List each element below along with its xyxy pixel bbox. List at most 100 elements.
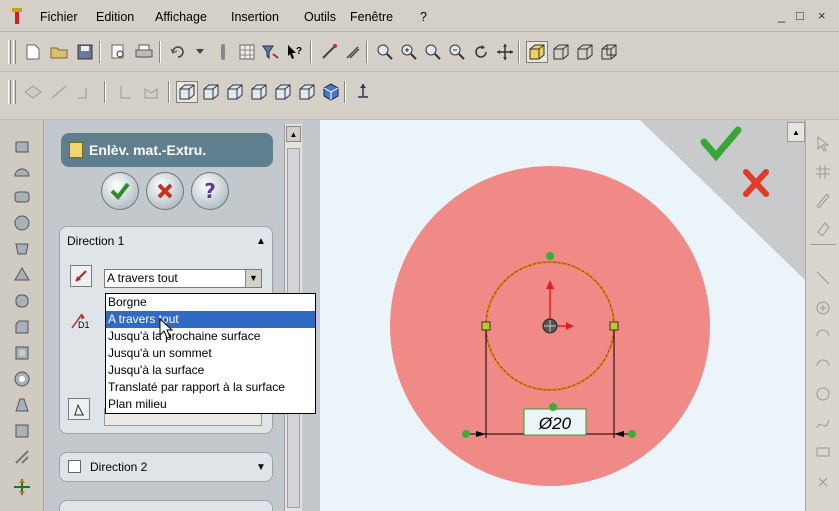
grid-icon[interactable] xyxy=(236,41,258,63)
rectangle-icon[interactable] xyxy=(815,444,831,460)
view-front-icon[interactable] xyxy=(176,81,198,103)
view-left-icon[interactable] xyxy=(224,81,246,103)
draft-icon[interactable] xyxy=(13,396,31,414)
cancel-button[interactable] xyxy=(146,172,184,210)
chamfer-icon[interactable] xyxy=(13,318,31,336)
option-sommet[interactable]: Jusqu'à un sommet xyxy=(106,345,315,362)
dimension-handle[interactable] xyxy=(462,430,470,438)
smart-line-icon[interactable] xyxy=(74,81,96,103)
section-view-icon[interactable] xyxy=(140,81,162,103)
view-orientation-icon[interactable] xyxy=(352,81,374,103)
diameter-dimension[interactable]: Ø20 xyxy=(538,414,572,433)
dimension-handle[interactable] xyxy=(628,430,636,438)
minimize-button[interactable]: _ xyxy=(778,8,785,23)
draft-toggle-button[interactable] xyxy=(68,398,90,420)
undo-dropdown-icon[interactable] xyxy=(189,41,211,63)
reverse-direction-button[interactable] xyxy=(70,265,92,287)
option-a-travers-tout[interactable]: A travers tout xyxy=(106,311,315,328)
hidden-removed-view-icon[interactable] xyxy=(598,41,620,63)
three-point-arc-icon[interactable] xyxy=(815,356,831,372)
zoom-area-icon[interactable] xyxy=(422,41,444,63)
toolbar-grip[interactable] xyxy=(8,80,11,104)
pan-icon[interactable] xyxy=(494,41,516,63)
sketch-handle[interactable] xyxy=(481,321,491,331)
view-isometric-icon[interactable] xyxy=(320,81,342,103)
open-folder-icon[interactable] xyxy=(48,41,70,63)
save-icon[interactable] xyxy=(74,41,96,63)
menu-outils[interactable]: Outils xyxy=(304,10,336,24)
scroll-up-arrow-icon[interactable]: ▲ xyxy=(286,126,301,142)
grid-icon[interactable] xyxy=(815,164,831,180)
mirror-icon[interactable] xyxy=(13,422,31,440)
fillet-icon[interactable] xyxy=(13,292,31,310)
sweep-icon[interactable] xyxy=(13,188,31,206)
view-bottom-icon[interactable] xyxy=(296,81,318,103)
sketch-plane-icon[interactable] xyxy=(22,81,44,103)
end-condition-select[interactable]: A travers tout ▼ xyxy=(104,269,262,288)
eraser-icon[interactable] xyxy=(815,220,831,236)
circle-add-icon[interactable] xyxy=(815,300,831,316)
zoom-fit-icon[interactable] xyxy=(374,41,396,63)
revolve-cut-icon[interactable] xyxy=(13,266,31,284)
print-preview-icon[interactable] xyxy=(107,41,129,63)
filter-icon[interactable] xyxy=(260,41,282,63)
sketch-handle[interactable] xyxy=(546,252,554,260)
pattern-icon[interactable] xyxy=(13,448,31,466)
option-translate[interactable]: Translaté par rapport à la surface xyxy=(106,379,315,396)
menu-edition[interactable]: Edition xyxy=(96,10,134,24)
option-borgne[interactable]: Borgne xyxy=(106,294,315,311)
menu-insertion[interactable]: Insertion xyxy=(231,10,279,24)
direction2-checkbox[interactable] xyxy=(68,460,81,473)
circle-icon[interactable] xyxy=(815,386,831,402)
restore-button[interactable]: □ xyxy=(796,8,804,23)
revolve-boss-icon[interactable] xyxy=(13,162,31,180)
menu-help[interactable]: ? xyxy=(420,10,427,24)
wireframe-view-icon[interactable] xyxy=(550,41,572,63)
toolbar-grip[interactable] xyxy=(13,40,16,64)
toolbar-grip[interactable] xyxy=(8,40,11,64)
move-copy-icon[interactable] xyxy=(13,478,31,496)
view-right-icon[interactable] xyxy=(248,81,270,103)
help-button[interactable]: ? xyxy=(191,172,229,210)
new-document-icon[interactable] xyxy=(22,41,44,63)
zoom-selection-icon[interactable] xyxy=(446,41,468,63)
tangent-arc-icon[interactable] xyxy=(815,328,831,344)
menu-affichage[interactable]: Affichage xyxy=(155,10,207,24)
option-surface[interactable]: Jusqu'à la surface xyxy=(106,362,315,379)
sketch-tool-icon[interactable] xyxy=(318,41,340,63)
spline-icon[interactable] xyxy=(815,416,831,432)
point-icon[interactable] xyxy=(815,474,831,490)
view-top-icon[interactable] xyxy=(272,81,294,103)
view-back-icon[interactable] xyxy=(200,81,222,103)
line-icon[interactable] xyxy=(815,270,831,286)
expand-arrow-icon[interactable]: ▼ xyxy=(256,462,266,473)
sketch-handle[interactable] xyxy=(609,321,619,331)
hole-icon[interactable] xyxy=(13,370,31,388)
smart-dimension-icon[interactable] xyxy=(342,41,364,63)
extrude-cut-icon[interactable] xyxy=(13,240,31,258)
ok-button[interactable] xyxy=(101,172,139,210)
select-help-icon[interactable]: ? xyxy=(284,41,306,63)
solidworks-logo-icon[interactable] xyxy=(9,7,25,25)
sketch-icon[interactable] xyxy=(815,192,831,208)
line-tool-icon[interactable] xyxy=(48,81,70,103)
select-arrow-icon[interactable] xyxy=(816,136,830,152)
hidden-lines-view-icon[interactable] xyxy=(574,41,596,63)
toolbar-grip[interactable] xyxy=(13,80,16,104)
option-plan-milieu[interactable]: Plan milieu xyxy=(106,396,315,413)
undo-icon[interactable] xyxy=(167,41,189,63)
rotate-view-icon[interactable] xyxy=(470,41,492,63)
graphics-area[interactable]: Ø20 xyxy=(320,120,805,511)
loft-icon[interactable] xyxy=(13,214,31,232)
extrude-boss-icon[interactable] xyxy=(13,136,31,154)
collapse-arrow-icon[interactable]: ▲ xyxy=(256,236,266,247)
shell-icon[interactable] xyxy=(13,344,31,362)
option-prochaine-surface[interactable]: Jusqu'à la prochaine surface xyxy=(106,328,315,345)
menu-fichier[interactable]: Fichier xyxy=(40,10,78,24)
rebuild-icon[interactable] xyxy=(212,41,234,63)
print-icon[interactable] xyxy=(133,41,155,63)
menu-fenetre[interactable]: Fenêtre xyxy=(350,10,393,24)
zoom-in-icon[interactable] xyxy=(398,41,420,63)
dropdown-arrow-icon[interactable]: ▼ xyxy=(245,270,261,287)
shaded-view-icon[interactable] xyxy=(526,41,548,63)
